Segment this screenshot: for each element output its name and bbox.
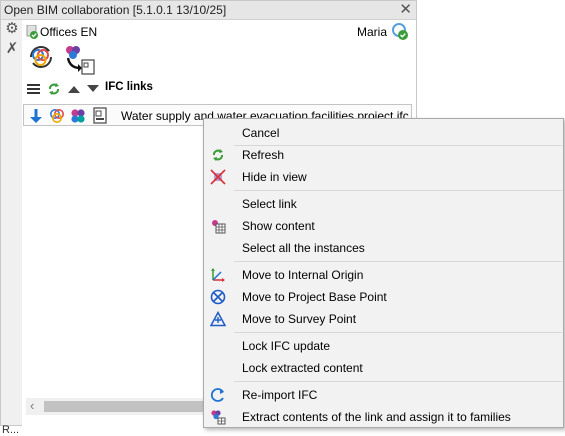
show-content-icon xyxy=(210,218,226,234)
ifc-links-toolbar: IFC links xyxy=(26,81,326,99)
menu-item-label: Lock extracted content xyxy=(242,361,363,375)
survey-point-icon xyxy=(210,311,226,327)
menu-item-label: Extract contents of the link and assign … xyxy=(242,410,511,424)
menu-item-label: Select link xyxy=(242,197,297,211)
menu-item-label: Refresh xyxy=(242,148,285,162)
menu-item-show-content[interactable]: Show content xyxy=(204,215,563,237)
gear-icon[interactable]: ⚙ xyxy=(4,21,20,37)
download-arrow-icon[interactable] xyxy=(29,108,43,124)
user-name: Maria xyxy=(356,25,387,39)
menu-item-hide-in-view[interactable]: Hide in view xyxy=(204,166,563,188)
menu-separator xyxy=(234,190,562,191)
bimserver-icon[interactable] xyxy=(48,107,66,125)
hide-in-view-icon xyxy=(210,169,226,185)
menu-item-move-survey-point[interactable]: Move to Survey Point xyxy=(204,308,563,330)
menu-item-label: Show content xyxy=(242,219,315,233)
menu-item-lock-extracted-content[interactable]: Lock extracted content xyxy=(204,357,563,379)
title-bar: Open BIM collaboration [5.1.0.1 13/10/25… xyxy=(1,1,416,20)
menu-item-refresh[interactable]: Refresh xyxy=(204,144,563,166)
refresh-icon[interactable] xyxy=(47,82,61,96)
menu-separator xyxy=(234,381,562,382)
menu-item-extract-contents[interactable]: Extract contents of the link and assign … xyxy=(204,406,563,428)
menu-item-reimport-ifc[interactable]: Re-import IFC xyxy=(204,384,563,406)
menu-item-select-link[interactable]: Select link xyxy=(204,193,563,215)
window-title: Open BIM collaboration [5.1.0.1 13/10/25… xyxy=(4,3,227,17)
context-menu: Cancel Refresh Hide in view Select link … xyxy=(203,118,564,428)
ifc-import-icon[interactable] xyxy=(62,42,96,76)
menu-item-cancel[interactable]: Cancel xyxy=(204,122,563,144)
reimport-icon xyxy=(210,387,226,403)
extract-families-icon xyxy=(210,409,226,425)
menu-item-label: Select all the instances xyxy=(242,241,365,255)
document-icon[interactable] xyxy=(92,107,108,125)
menu-item-label: Lock IFC update xyxy=(242,339,331,353)
project-row: Offices EN Maria xyxy=(26,23,411,41)
project-name[interactable]: Offices EN xyxy=(40,25,97,39)
menu-item-lock-ifc-update[interactable]: Lock IFC update xyxy=(204,335,563,357)
menu-item-label: Cancel xyxy=(242,126,280,140)
move-down-icon[interactable] xyxy=(86,84,100,94)
menu-item-move-internal-origin[interactable]: Move to Internal Origin xyxy=(204,264,563,286)
status-text: R... xyxy=(2,424,20,436)
menu-separator xyxy=(234,261,562,262)
menu-item-move-project-base-point[interactable]: Move to Project Base Point xyxy=(204,286,563,308)
menu-item-label: Hide in view xyxy=(242,170,307,184)
close-icon[interactable]: ✕ xyxy=(399,0,412,18)
main-actions xyxy=(26,42,106,78)
move-up-icon[interactable] xyxy=(67,84,81,94)
menu-item-select-all-instances[interactable]: Select all the instances xyxy=(204,237,563,259)
user-status-icon xyxy=(391,23,409,41)
tools-icon[interactable]: ✗ xyxy=(4,41,20,57)
project-status-icon xyxy=(26,25,39,39)
menu-item-label: Re-import IFC xyxy=(242,388,318,402)
scroll-left-icon[interactable]: ‹ xyxy=(30,398,34,413)
bimserver-sync-icon[interactable] xyxy=(26,42,56,72)
menu-separator xyxy=(234,332,562,333)
project-base-point-icon xyxy=(210,289,226,305)
internal-origin-icon xyxy=(210,267,226,283)
menu-item-label: Move to Survey Point xyxy=(242,312,357,326)
menu-icon[interactable] xyxy=(26,82,42,96)
toolbar-label: IFC links xyxy=(105,81,153,93)
menu-item-label: Move to Internal Origin xyxy=(242,268,364,282)
ifc-logo-icon[interactable] xyxy=(69,107,87,125)
refresh-icon xyxy=(210,147,226,163)
menu-item-label: Move to Project Base Point xyxy=(242,290,387,304)
